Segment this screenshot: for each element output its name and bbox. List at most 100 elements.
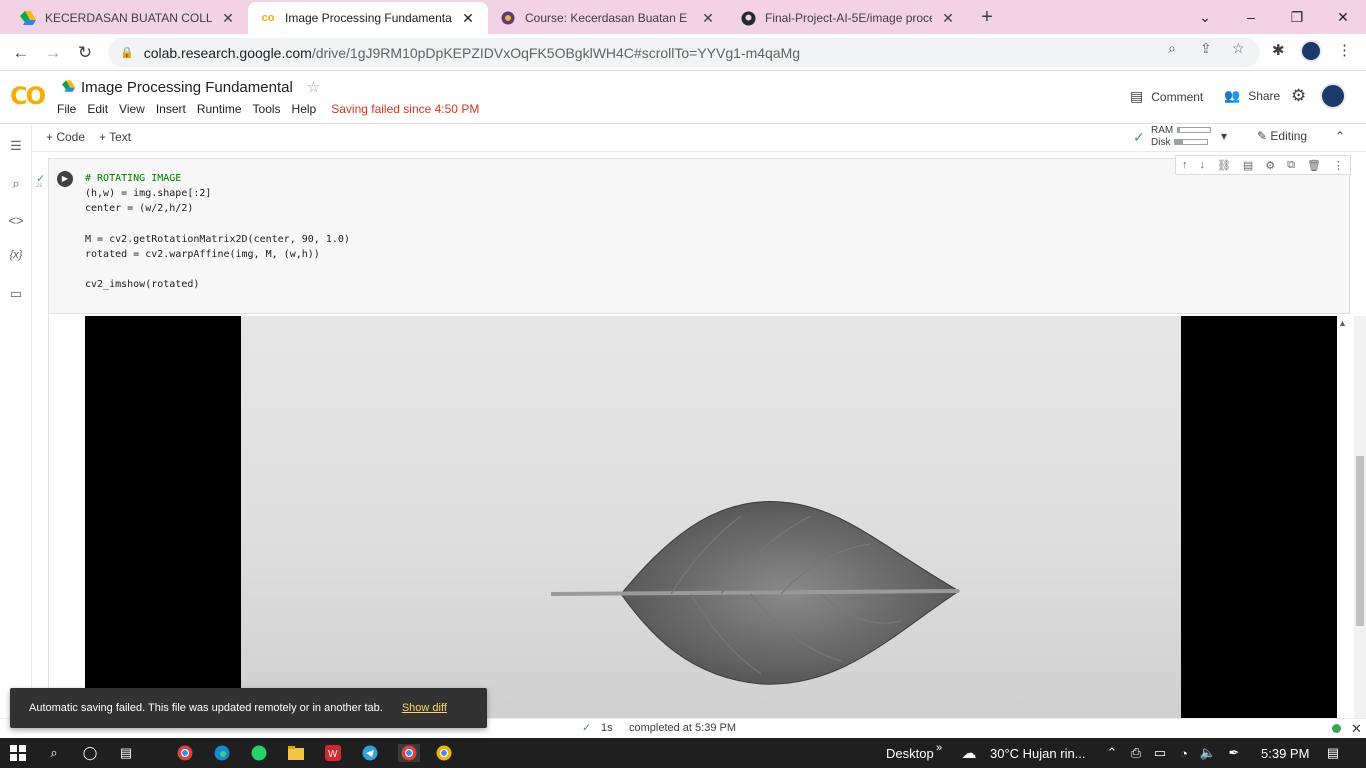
editing-button[interactable]: ✎ Editing	[1257, 129, 1307, 143]
search-icon[interactable]: ⌕	[0, 176, 32, 192]
delete-icon[interactable]: 🗑	[1307, 159, 1321, 172]
weather-text[interactable]: 30°C Hujan rin...	[990, 746, 1086, 761]
new-tab-button[interactable]: +	[976, 6, 998, 28]
close-status-icon[interactable]: ✕	[1351, 721, 1362, 737]
whatsapp-icon[interactable]	[250, 744, 268, 762]
browser-tab-1[interactable]: KECERDASAN BUATAN COLLABS ✕	[8, 2, 248, 34]
scrollbar-thumb[interactable]	[1356, 456, 1364, 626]
battery-icon[interactable]: ▭	[1151, 744, 1169, 762]
user-avatar[interactable]	[1320, 83, 1346, 109]
show-diff-link[interactable]: Show diff	[402, 702, 447, 714]
mirror-cell-icon[interactable]: ⧉	[1287, 159, 1295, 172]
autosave-failed-toast: Automatic saving failed. This file was u…	[10, 688, 487, 728]
page-scrollbar[interactable]	[1354, 316, 1366, 718]
star-icon[interactable]: ☆	[307, 78, 320, 96]
meet-icon[interactable]: ⎙	[1127, 744, 1145, 762]
clock-time[interactable]: 5:39 PM	[1261, 746, 1309, 761]
comment-icon[interactable]: ▤	[1243, 159, 1253, 172]
bookmark-star-icon[interactable]: ☆	[1232, 40, 1245, 57]
chevron-up-icon[interactable]: ⌃	[1103, 744, 1121, 762]
telegram-icon[interactable]	[361, 744, 379, 762]
extensions-icon[interactable]: ✱	[1272, 41, 1285, 59]
files-folder-icon[interactable]: ▭	[0, 286, 32, 302]
cell-settings-icon[interactable]: ⚙	[1265, 159, 1275, 172]
minimize-button[interactable]: –	[1228, 0, 1274, 34]
restore-button[interactable]: ❐	[1274, 0, 1320, 34]
scroll-up-icon[interactable]: ▲	[1338, 318, 1347, 328]
more-icon[interactable]: ⋮	[1333, 159, 1344, 172]
code-editor[interactable]: # ROTATING IMAGE (h,w) = img.shape[:2] cen…	[85, 171, 350, 293]
colab-icon: co	[261, 12, 275, 24]
close-icon[interactable]: ✕	[460, 10, 476, 27]
colab-logo[interactable]: CO	[10, 82, 46, 110]
browser-tab-2[interactable]: co Image Processing Fundamental - ✕	[248, 2, 488, 34]
profile-avatar[interactable]	[1300, 40, 1322, 62]
run-cell-button[interactable]: ▶	[57, 171, 73, 187]
table-of-contents-icon[interactable]: ☰	[0, 138, 32, 154]
tab-search-icon[interactable]: ⌄	[1182, 0, 1228, 34]
ram-bar	[1177, 127, 1212, 134]
back-arrow-icon[interactable]: ←	[8, 40, 34, 66]
disk-label: Disk	[1151, 137, 1171, 148]
move-up-icon[interactable]: ↑	[1182, 159, 1188, 171]
menu-insert[interactable]: Insert	[156, 102, 186, 116]
variables-icon[interactable]: {x}	[0, 249, 32, 261]
resources-indicator[interactable]: RAM Disk	[1151, 125, 1212, 148]
code-snippets-icon[interactable]: <>	[0, 213, 32, 228]
chrome-profile-icon[interactable]	[435, 744, 453, 762]
drive-icon	[62, 79, 75, 96]
pen-icon[interactable]: ✒	[1225, 744, 1243, 762]
forward-arrow-icon[interactable]: →	[40, 40, 66, 66]
browser-tab-3[interactable]: Course: Kecerdasan Buatan E ✕	[488, 2, 728, 34]
share-button[interactable]: 👥 Share	[1224, 88, 1280, 104]
wps-office-icon[interactable]: W	[324, 744, 342, 762]
wifi-icon[interactable]: ◔	[1175, 744, 1193, 762]
menu-file[interactable]: File	[57, 102, 76, 116]
close-icon[interactable]: ✕	[940, 10, 956, 27]
menu-view[interactable]: View	[119, 102, 145, 116]
volume-icon[interactable]: 🔈	[1199, 744, 1217, 762]
menu-runtime[interactable]: Runtime	[197, 102, 242, 116]
add-code-button[interactable]: + Code	[46, 130, 85, 144]
notifications-icon[interactable]: ▤	[1324, 744, 1342, 762]
file-explorer-icon[interactable]	[287, 744, 305, 762]
edge-icon[interactable]	[213, 744, 231, 762]
settings-gear-icon[interactable]: ⚙	[1291, 86, 1306, 106]
comment-icon: ▤	[1130, 88, 1144, 104]
close-icon[interactable]: ✕	[700, 10, 716, 27]
zoom-icon[interactable]: ⌕	[1168, 40, 1176, 57]
chevron-down-icon[interactable]: ▾	[1221, 129, 1227, 143]
windows-start-icon[interactable]	[9, 744, 27, 762]
cortana-icon[interactable]: ◯	[81, 744, 99, 762]
save-status[interactable]: Saving failed since 4:50 PM	[331, 102, 479, 116]
notebook-title[interactable]: Image Processing Fundamental	[81, 79, 293, 96]
search-icon[interactable]: ⌕	[45, 744, 63, 762]
task-view-icon[interactable]: ▤	[117, 744, 135, 762]
close-icon[interactable]: ✕	[220, 10, 236, 27]
chrome-icon[interactable]	[176, 744, 194, 762]
code-line: cv2_imshow(rotated)	[85, 279, 200, 291]
close-window-button[interactable]: ✕	[1320, 0, 1366, 34]
move-down-icon[interactable]: ↓	[1199, 159, 1205, 171]
menu-help[interactable]: Help	[292, 102, 317, 116]
notebook-title-row: Image Processing Fundamental ☆	[62, 78, 320, 96]
github-icon	[740, 10, 756, 26]
desktop-toolbar-label[interactable]: Desktop	[886, 746, 934, 761]
chevron-right-icon[interactable]: »	[936, 742, 942, 754]
chrome-active-icon[interactable]	[398, 744, 420, 762]
link-icon[interactable]: ⛓	[1217, 159, 1231, 172]
menu-tools[interactable]: Tools	[253, 102, 281, 116]
collapse-chevron-icon[interactable]: ⌃	[1335, 129, 1345, 143]
browser-tab-4[interactable]: Final-Project-AI-5E/image proce ✕	[728, 2, 968, 34]
comment-button[interactable]: ▤ Comment	[1130, 88, 1203, 105]
people-icon: 👥	[1224, 88, 1241, 103]
url-field[interactable]: 🔒 colab.research.google.com/drive/1gJ9RM…	[108, 38, 1260, 67]
disk-bar	[1174, 139, 1209, 146]
menu-edit[interactable]: Edit	[87, 102, 108, 116]
reload-icon[interactable]: ↻	[72, 40, 98, 66]
code-cell[interactable]: ▶ # ROTATING IMAGE (h,w) = img.shape[:2] c…	[48, 155, 1351, 314]
browser-menu-icon[interactable]: ⋮	[1337, 41, 1352, 59]
svg-text:W: W	[328, 749, 338, 760]
share-page-icon[interactable]: ⇪	[1200, 40, 1212, 57]
add-text-button[interactable]: + Text	[99, 130, 131, 144]
